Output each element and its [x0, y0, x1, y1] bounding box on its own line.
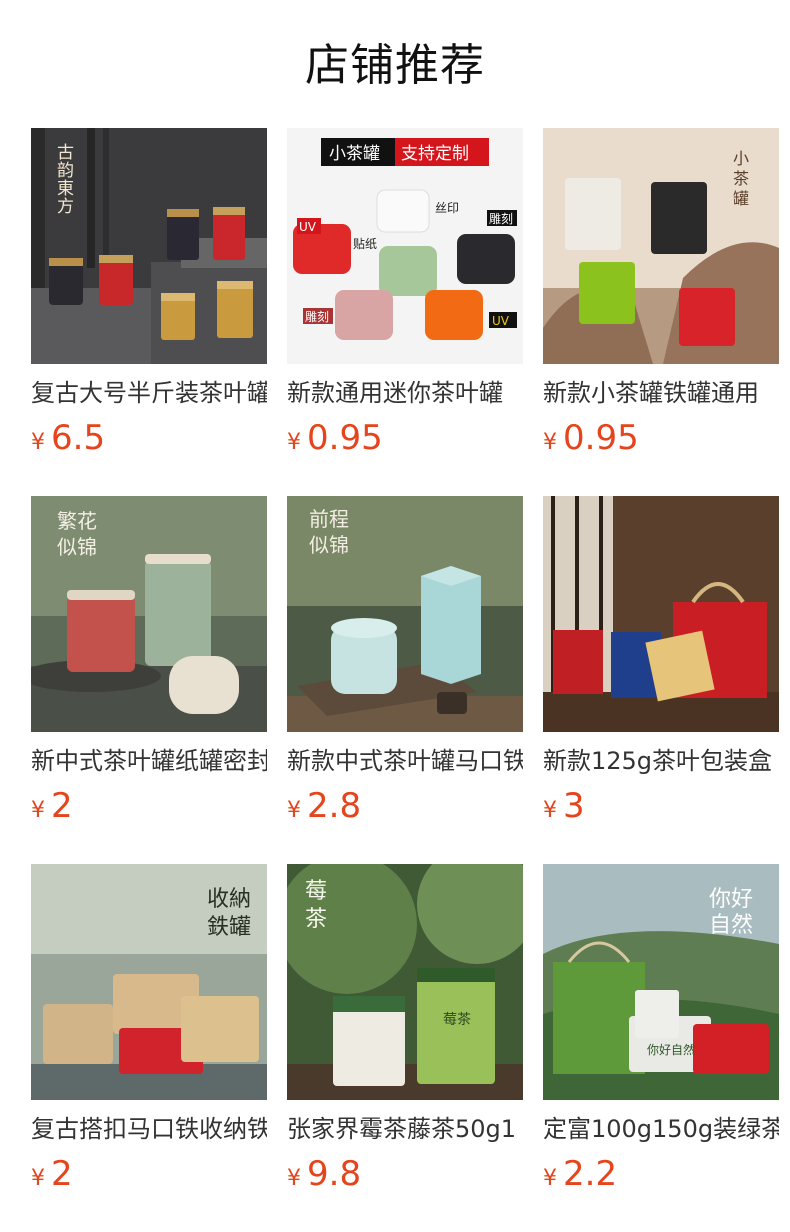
svg-text:似锦: 似锦 [309, 533, 349, 557]
svg-text:丝印: 丝印 [435, 201, 459, 215]
product-grid: 古 韵 東 方 复古大号半斤装茶叶罐 ¥6.5 小茶罐 支持定制 UV 贴纸 丝… [31, 128, 779, 1194]
product-card[interactable]: 新款125g茶叶包装盒 ¥3 [543, 496, 779, 826]
svg-text:茶: 茶 [733, 169, 749, 188]
product-card[interactable]: 莓 茶 莓茶 张家界霉茶藤茶50g1 ¥9.8 [287, 864, 523, 1194]
svg-text:UV: UV [299, 220, 317, 234]
price-value: 6.5 [51, 418, 106, 458]
svg-text:雕刻: 雕刻 [489, 211, 513, 226]
product-price: ¥0.95 [543, 416, 639, 460]
store-recommendations-page: 店铺推荐 古 韵 東 方 复古大号半斤装茶叶罐 ¥ 6.5 小茶罐 支持定制 U… [0, 0, 790, 1232]
product-price: ¥0.95 [287, 416, 383, 460]
product-name[interactable]: 定富100g150g装绿茶 [543, 1112, 779, 1146]
product-price: ¥3 [543, 784, 585, 828]
svg-text:莓: 莓 [305, 879, 327, 904]
banner-label: 小茶罐 [329, 144, 380, 164]
product-name[interactable]: 新中式茶叶罐纸罐密封 [31, 744, 267, 778]
currency-symbol: ¥ [31, 430, 45, 455]
svg-text:你好自然: 你好自然 [647, 1042, 695, 1057]
product-name[interactable]: 张家界霉茶藤茶50g1 [287, 1112, 523, 1146]
section-title: 店铺推荐 [305, 40, 485, 91]
svg-text:罐: 罐 [733, 189, 749, 208]
currency-symbol: ¥ [543, 430, 557, 455]
svg-text:UV: UV [492, 314, 510, 328]
buckle-tins-image[interactable]: 收納 鉄罐 [31, 864, 267, 1100]
price-value: 3 [563, 786, 585, 826]
price-value: 9.8 [307, 1154, 362, 1194]
svg-text:茶: 茶 [305, 907, 327, 932]
svg-text:鉄罐: 鉄罐 [207, 915, 251, 940]
product-price: ¥9.8 [287, 1152, 361, 1196]
green-tea-packaging-image[interactable]: 你好 自然 你好自然 [543, 864, 779, 1100]
paper-tea-cans-image[interactable]: 繁花 似锦 [31, 496, 267, 732]
currency-symbol: ¥ [287, 798, 301, 823]
svg-text:自然: 自然 [709, 913, 753, 938]
product-card[interactable]: 小茶罐 支持定制 UV 贴纸 丝印 雕刻 雕刻 UV 新款通用迷你茶叶罐 ¥ 0… [287, 128, 523, 458]
price-value: 2.2 [563, 1154, 618, 1194]
svg-text:贴纸: 贴纸 [353, 237, 377, 251]
product-price: ¥2.8 [287, 784, 361, 828]
small-tin-cans-image[interactable]: 小 茶 罐 [543, 128, 779, 364]
product-name[interactable]: 新款中式茶叶罐马口铁 [287, 744, 523, 778]
image-caption: 韵 [57, 161, 74, 181]
product-name[interactable]: 新款小茶罐铁罐通用 [543, 376, 779, 410]
svg-text:你好: 你好 [709, 887, 753, 912]
product-card[interactable]: 小 茶 罐 新款小茶罐铁罐通用 ¥0.95 [543, 128, 779, 458]
product-card[interactable]: 繁花 似锦 新中式茶叶罐纸罐密封 ¥2 [31, 496, 267, 826]
svg-text:繁花: 繁花 [57, 509, 97, 533]
product-price: ¥2 [31, 784, 73, 828]
image-caption: 方 [57, 197, 74, 217]
svg-text:小: 小 [733, 149, 749, 168]
currency-symbol: ¥ [543, 1166, 557, 1191]
product-price: ¥2 [31, 1152, 73, 1196]
price-value: 0.95 [563, 418, 639, 458]
price-value: 2 [51, 786, 73, 826]
currency-symbol: ¥ [287, 430, 301, 455]
currency-symbol: ¥ [31, 1166, 45, 1191]
product-name[interactable]: 新款125g茶叶包装盒 [543, 744, 779, 778]
product-card[interactable]: 古 韵 東 方 复古大号半斤装茶叶罐 ¥6.5 [31, 128, 267, 458]
currency-symbol: ¥ [543, 798, 557, 823]
image-caption: 古 [57, 143, 74, 163]
banner-label: 支持定制 [401, 144, 469, 164]
vine-tea-tins-image[interactable]: 莓 茶 莓茶 [287, 864, 523, 1100]
product-price: ¥2.2 [543, 1152, 617, 1196]
product-name[interactable]: 新款通用迷你茶叶罐 [287, 376, 523, 410]
svg-text:莓茶: 莓茶 [443, 1012, 471, 1028]
svg-text:收納: 收納 [207, 887, 251, 912]
vintage-tea-cans-image[interactable]: 古 韵 東 方 [31, 128, 267, 364]
product-card[interactable]: 收納 鉄罐 复古搭扣马口铁收纳铁罐 ¥2 [31, 864, 267, 1194]
tea-gift-boxes-image[interactable] [543, 496, 779, 732]
currency-symbol: ¥ [287, 1166, 301, 1191]
mini-tea-cans-image[interactable]: 小茶罐 支持定制 UV 贴纸 丝印 雕刻 雕刻 UV [287, 128, 523, 364]
price-value: 0.95 [307, 418, 383, 458]
svg-text:似锦: 似锦 [57, 535, 97, 559]
product-price: ¥6.5 [31, 416, 105, 460]
product-name[interactable]: 复古搭扣马口铁收纳铁罐 [31, 1112, 267, 1146]
svg-text:前程: 前程 [309, 507, 349, 531]
product-name[interactable]: 复古大号半斤装茶叶罐 [31, 376, 267, 410]
hexagon-tea-cans-image[interactable]: 前程 似锦 [287, 496, 523, 732]
price-value: 2.8 [307, 786, 362, 826]
svg-text:雕刻: 雕刻 [305, 309, 329, 324]
product-card[interactable]: 你好 自然 你好自然 定富100g150g装绿茶 ¥2.2 [543, 864, 779, 1194]
price-value: 2 [51, 1154, 73, 1194]
image-caption: 東 [57, 179, 74, 199]
currency-symbol: ¥ [31, 798, 45, 823]
product-card[interactable]: 前程 似锦 新款中式茶叶罐马口铁 ¥2.8 [287, 496, 523, 826]
